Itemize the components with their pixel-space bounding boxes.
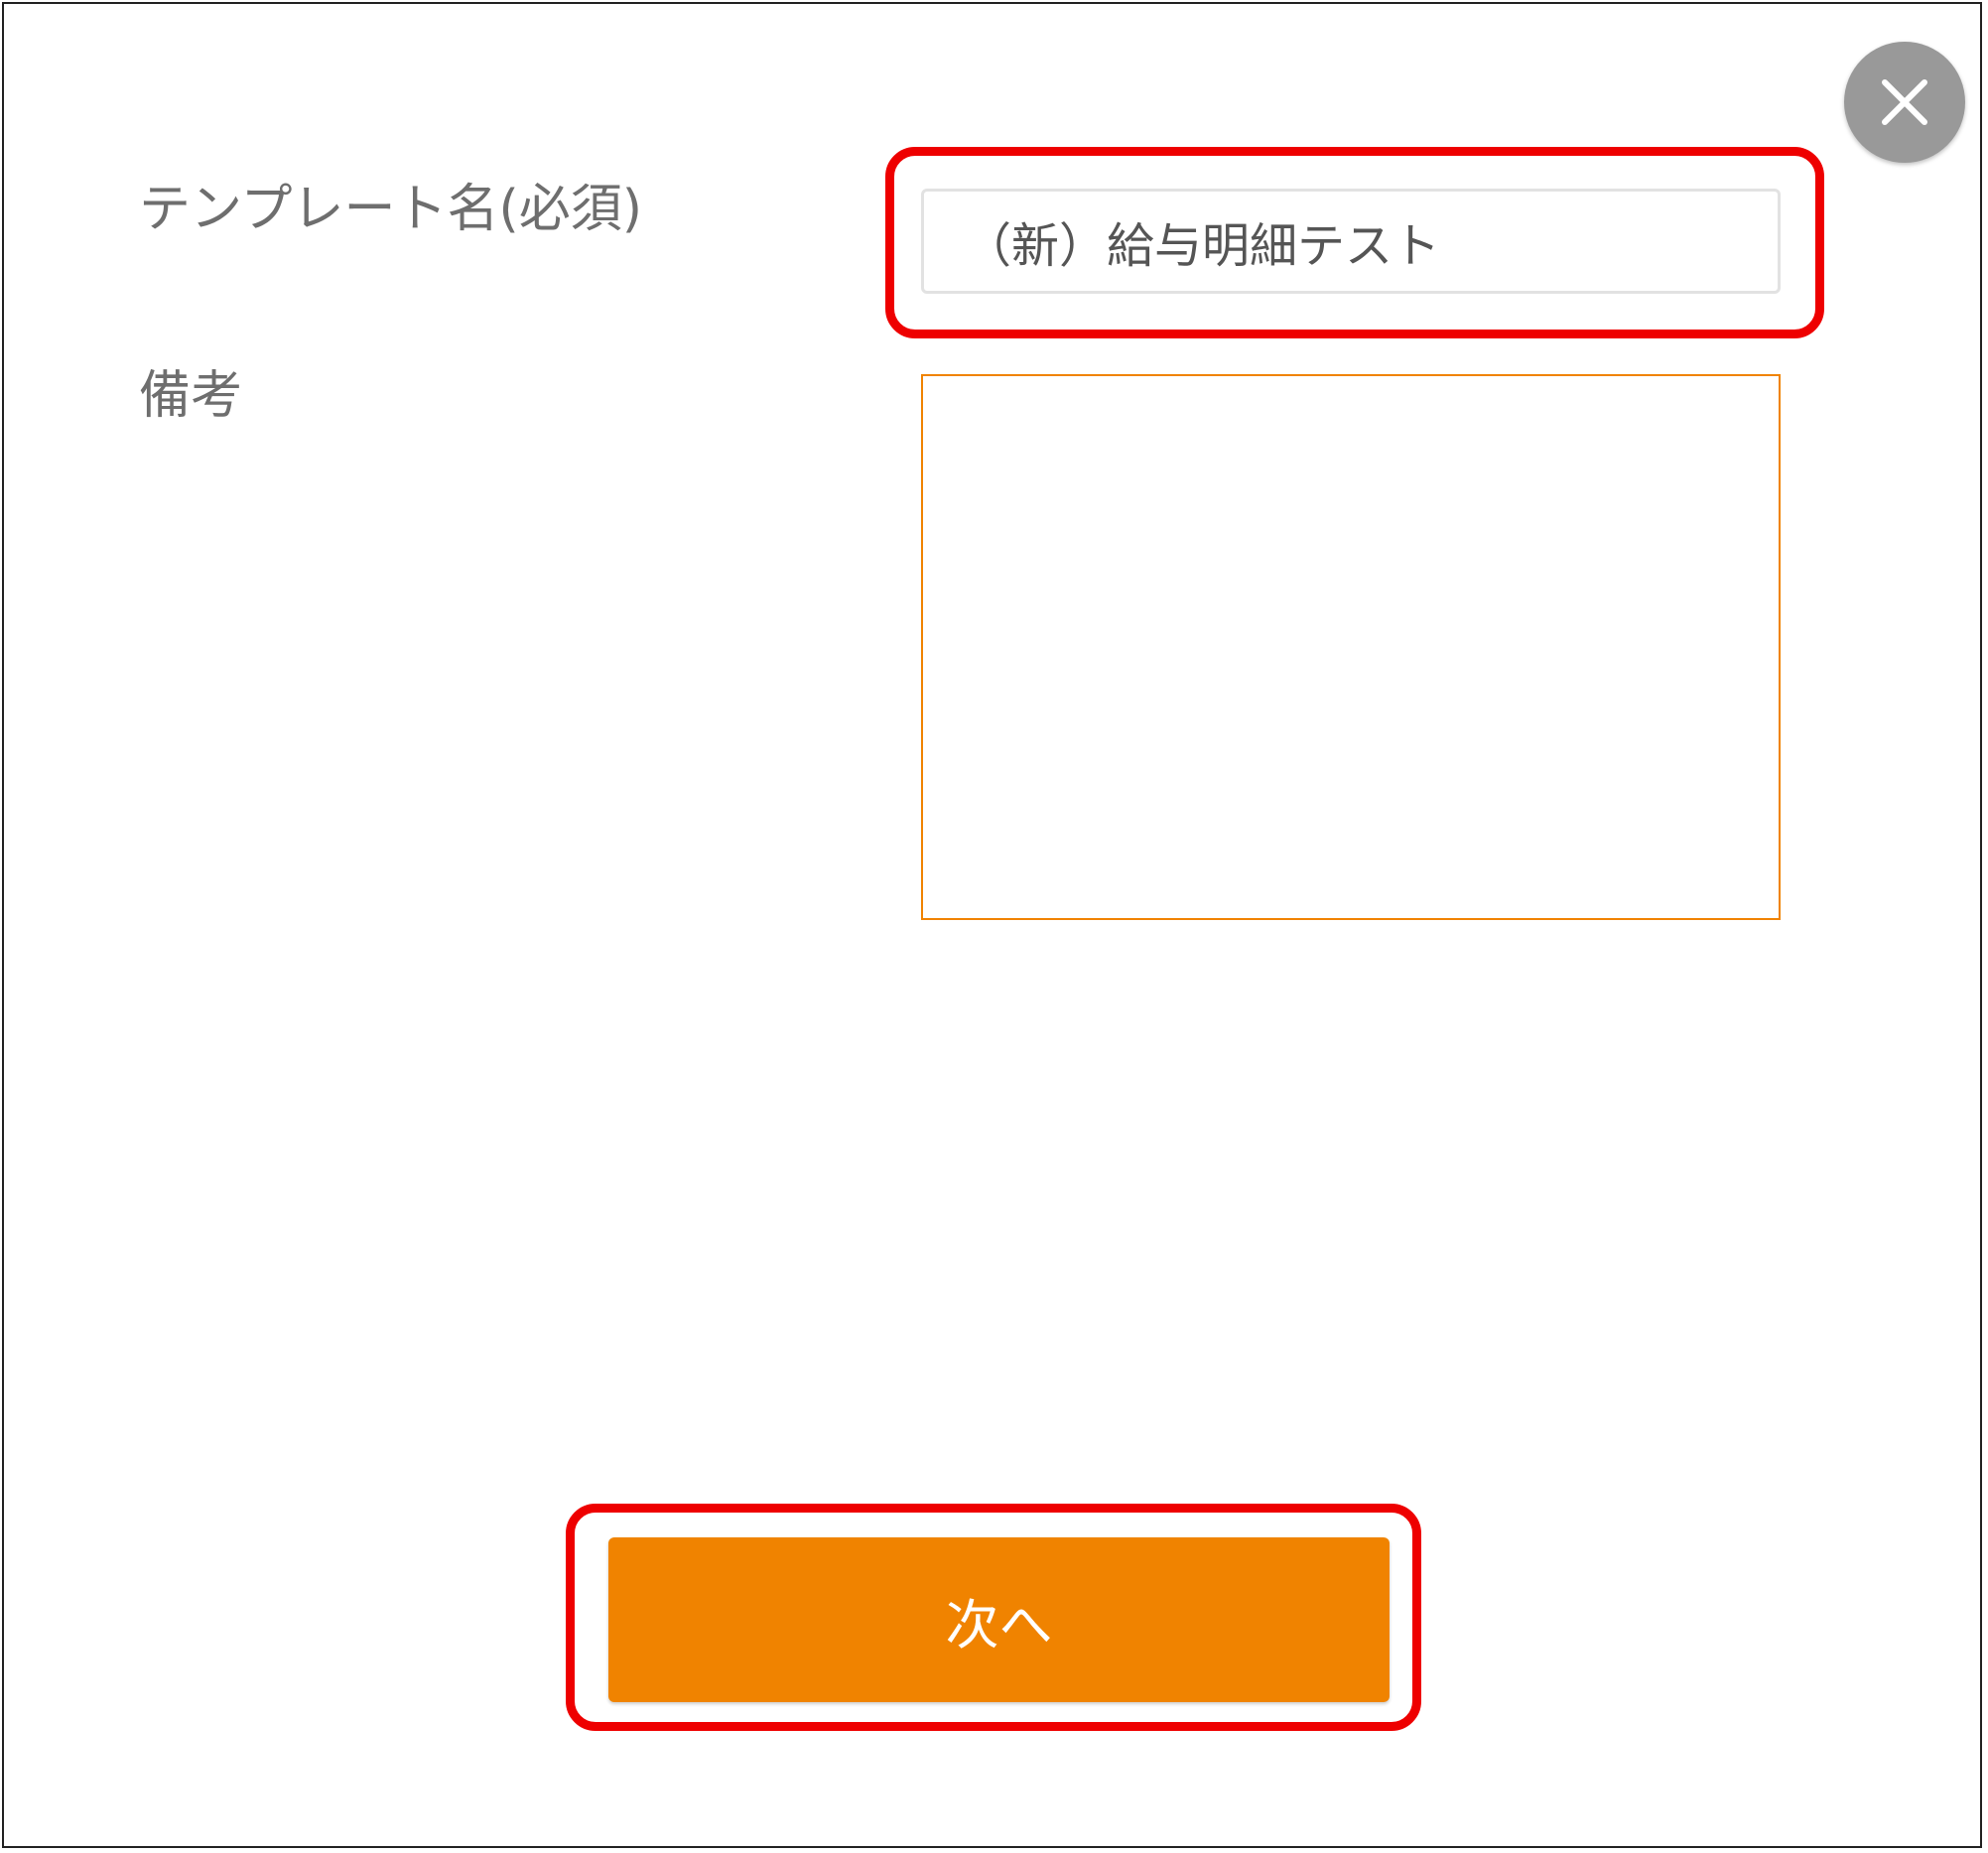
remarks-label: 備考 xyxy=(139,366,243,426)
next-button[interactable]: 次へ xyxy=(608,1537,1390,1702)
template-name-label: テンプレート名(必須) xyxy=(139,180,643,239)
remarks-textarea[interactable] xyxy=(921,374,1781,920)
close-button[interactable] xyxy=(1844,42,1965,163)
template-name-input[interactable] xyxy=(921,189,1781,294)
close-icon xyxy=(1882,79,1927,125)
